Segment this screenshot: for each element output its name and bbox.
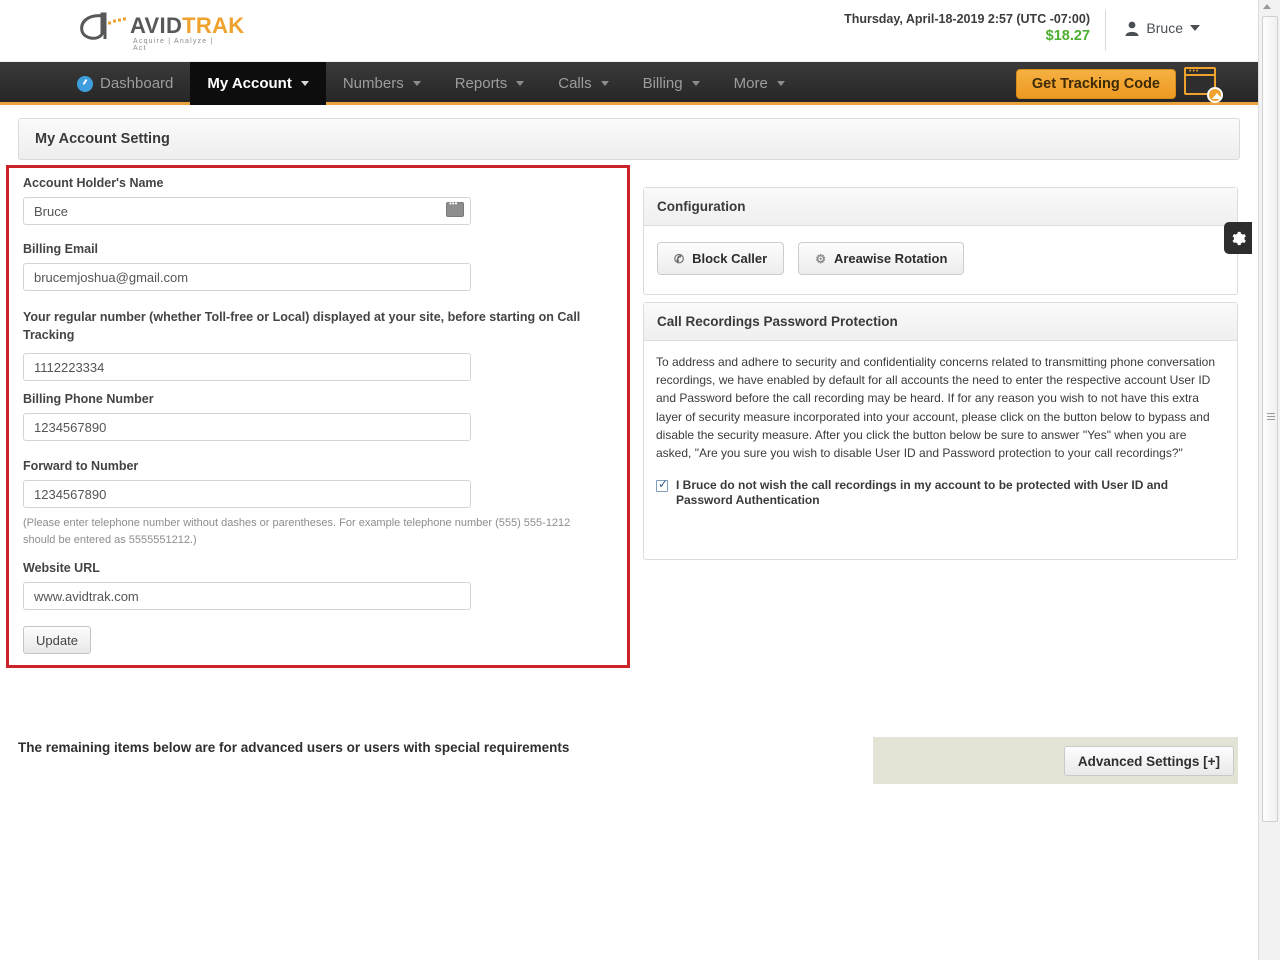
areawise-rotation-button[interactable]: ⚙ Areawise Rotation — [798, 242, 965, 275]
chevron-down-icon — [516, 81, 525, 86]
nav-item-dashboard[interactable]: Dashboard — [60, 62, 190, 105]
header-datetime-balance: Thursday, April-18-2019 2:57 (UTC -07:00… — [844, 12, 1090, 44]
page-title-panel: My Account Setting — [18, 118, 1240, 160]
user-icon — [1125, 21, 1139, 36]
avidtrak-logo[interactable]: AVIDTRAK Acquire | Analyze | Act — [78, 9, 244, 53]
logo-wordmark: AVIDTRAK — [130, 13, 244, 39]
gear-icon — [1232, 231, 1246, 245]
rotation-gear-icon: ⚙ — [815, 251, 826, 266]
nav-label: My Account — [207, 75, 292, 92]
disable-protection-checkbox-label: I Bruce do not wish the call recordings … — [676, 478, 1169, 508]
input-value: 1234567890 — [34, 419, 107, 435]
field-account-holder-name: Account Holder's Name Bruce — [23, 176, 471, 225]
chevron-down-icon — [300, 81, 309, 86]
website-url-input[interactable]: www.avidtrak.com — [23, 582, 471, 610]
field-website-url: Website URL www.avidtrak.com — [23, 561, 471, 610]
field-billing-phone-number: Billing Phone Number 1234567890 — [23, 392, 471, 441]
logo-trak-text: TRAK — [182, 13, 245, 38]
nav-item-numbers[interactable]: Numbers — [326, 62, 438, 105]
account-holder-name-input[interactable]: Bruce — [23, 197, 471, 225]
browser-viewport: AVIDTRAK Acquire | Analyze | Act Thursda… — [0, 0, 1258, 960]
account-balance: $18.27 — [1045, 28, 1090, 44]
logo-tagline: Acquire | Analyze | Act — [133, 38, 214, 52]
input-value: 1112223334 — [34, 359, 105, 375]
chevron-down-icon — [600, 81, 609, 86]
update-button[interactable]: Update — [23, 626, 91, 654]
configuration-panel-title: Configuration — [644, 188, 1237, 226]
configuration-buttons: ✆ Block Caller ⚙ Areawise Rotation — [644, 226, 1237, 275]
page-scrollbar[interactable] — [1258, 0, 1280, 960]
field-billing-email: Billing Email brucemjoshua@gmail.com — [23, 242, 471, 291]
chevron-down-icon — [691, 81, 700, 86]
call-recordings-panel-title: Call Recordings Password Protection — [644, 303, 1237, 341]
field-label: Forward to Number — [23, 459, 139, 473]
phone-format-helper-text: (Please enter telephone number without d… — [23, 517, 571, 546]
field-label: Billing Email — [23, 242, 99, 256]
disable-protection-checkbox[interactable] — [656, 477, 668, 493]
button-label: Areawise Rotation — [833, 251, 948, 266]
field-regular-number: Your regular number (whether Toll-free o… — [23, 308, 601, 381]
call-recordings-description: To address and adhere to security and co… — [656, 355, 1215, 461]
scrollbar-grip-icon — [1267, 413, 1275, 420]
regular-number-input[interactable]: 1112223334 — [23, 353, 471, 381]
scrollbar-thumb[interactable] — [1262, 16, 1278, 822]
get-tracking-code-button[interactable]: Get Tracking Code — [1015, 69, 1176, 99]
disable-protection-checkbox-row: I Bruce do not wish the call recordings … — [656, 477, 1225, 508]
logo-avid-text: AVID — [130, 13, 183, 38]
input-value: brucemjoshua@gmail.com — [34, 269, 189, 285]
chevron-down-icon — [776, 81, 785, 86]
phone-block-icon: ✆ — [674, 251, 685, 266]
call-recordings-password-protection-panel: Call Recordings Password Protection To a… — [643, 302, 1238, 560]
settings-side-tab[interactable] — [1224, 222, 1252, 254]
chevron-down-icon — [412, 81, 421, 86]
browser-window-icon[interactable]: ••• — [1184, 67, 1223, 103]
field-label: Website URL — [23, 561, 100, 575]
nav-item-list: Dashboard My Account Numbers Reports Cal… — [60, 62, 802, 105]
field-forward-to-number: Forward to Number 1234567890 (Please ent… — [23, 459, 603, 549]
input-value: 1234567890 — [34, 486, 107, 502]
chevron-down-icon — [1190, 25, 1200, 31]
block-caller-button[interactable]: ✆ Block Caller — [657, 242, 785, 275]
dashboard-icon — [77, 75, 93, 92]
advanced-users-note: The remaining items below are for advanc… — [18, 740, 570, 755]
configuration-panel: Configuration ✆ Block Caller ⚙ Areawise … — [643, 187, 1238, 295]
field-label: Account Holder's Name — [23, 176, 164, 190]
input-value: www.avidtrak.com — [34, 588, 139, 604]
billing-email-input[interactable]: brucemjoshua@gmail.com — [23, 263, 471, 291]
advanced-settings-box: Advanced Settings [+] — [873, 737, 1238, 784]
input-value: Bruce — [34, 203, 68, 219]
field-label: Your regular number (whether Toll-free o… — [23, 310, 581, 342]
ime-indicator-icon — [446, 199, 464, 217]
user-name-label: Bruce — [1146, 20, 1183, 36]
nav-label: Calls — [558, 75, 592, 92]
button-label: Block Caller — [692, 251, 768, 266]
current-datetime: Thursday, April-18-2019 2:57 (UTC -07:00… — [844, 12, 1090, 26]
account-settings-form-highlight: Account Holder's Name Bruce Billing Emai… — [6, 165, 630, 668]
nav-item-calls[interactable]: Calls — [541, 62, 625, 105]
site-header: AVIDTRAK Acquire | Analyze | Act Thursda… — [0, 0, 1258, 62]
nav-label: Numbers — [342, 75, 404, 92]
advanced-settings-button[interactable]: Advanced Settings [+] — [1063, 746, 1234, 776]
nav-item-billing[interactable]: Billing — [626, 62, 717, 105]
billing-phone-number-input[interactable]: 1234567890 — [23, 413, 471, 441]
field-label: Billing Phone Number — [23, 392, 154, 406]
nav-item-reports[interactable]: Reports — [438, 62, 542, 105]
page-title: My Account Setting — [35, 131, 170, 147]
main-navigation: Dashboard My Account Numbers Reports Cal… — [0, 62, 1258, 105]
nav-label: More — [733, 75, 768, 92]
forward-to-number-input[interactable]: 1234567890 — [23, 480, 471, 508]
user-menu[interactable]: Bruce — [1125, 20, 1200, 36]
nav-item-more[interactable]: More — [717, 62, 802, 105]
nav-label: Reports — [454, 75, 508, 92]
home-badge-icon — [1207, 87, 1223, 103]
logo-mark-icon — [80, 12, 126, 40]
scroll-up-arrow-icon[interactable] — [1263, 4, 1271, 9]
nav-label: Billing — [642, 75, 683, 92]
nav-label: Dashboard — [100, 75, 174, 92]
nav-item-my-account[interactable]: My Account — [190, 62, 326, 105]
header-divider — [1105, 10, 1106, 50]
